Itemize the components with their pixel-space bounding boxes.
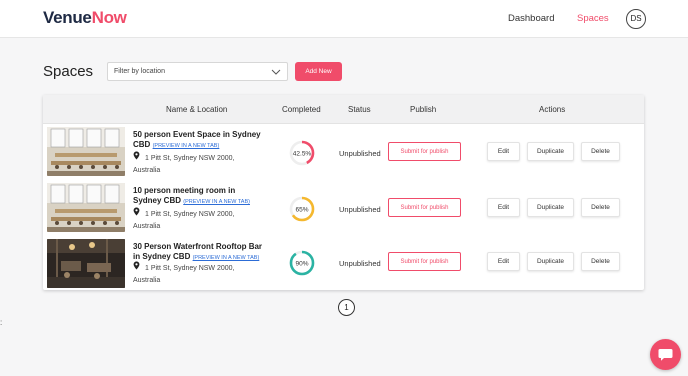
- space-address: 1 Pitt St, Sydney NSW 2000, Australia: [133, 261, 253, 287]
- preview-link[interactable]: (PREVIEW IN A NEW TAB): [153, 143, 220, 149]
- logo-part-now: Now: [91, 8, 127, 27]
- space-thumbnail[interactable]: [47, 183, 125, 232]
- address-line-1: 1 Pitt St, Sydney NSW 2000,: [145, 211, 235, 218]
- logo-part-venue: Venue: [43, 8, 92, 27]
- column-header-publish: Publish: [410, 105, 437, 114]
- chevron-down-icon: [271, 69, 281, 75]
- space-title[interactable]: 50 person Event Space in Sydney CBD (PRE…: [133, 130, 265, 151]
- venuenow-logo[interactable]: VenueNow: [43, 8, 127, 28]
- column-header-status: Status: [348, 105, 371, 114]
- edit-button[interactable]: Edit: [487, 198, 520, 217]
- status-text: Unpublished: [339, 205, 381, 214]
- edit-button[interactable]: Edit: [487, 142, 520, 161]
- table-row: 10 person meeting room in Sydney CBD (PR…: [43, 181, 644, 237]
- location-filter-placeholder: Filter by location: [114, 68, 165, 75]
- address-line-1: 1 Pitt St, Sydney NSW 2000,: [145, 265, 235, 272]
- space-address: 1 Pitt St, Sydney NSW 2000, Australia: [133, 151, 253, 177]
- map-pin-icon: [133, 261, 145, 275]
- top-navbar: VenueNow Dashboard Spaces DS: [0, 0, 688, 38]
- delete-button[interactable]: Delete: [581, 142, 620, 161]
- status-text: Unpublished: [339, 259, 381, 268]
- edit-button[interactable]: Edit: [487, 252, 520, 271]
- status-text: Unpublished: [339, 149, 381, 158]
- address-line-1: 1 Pitt St, Sydney NSW 2000,: [145, 155, 235, 162]
- table-row: 50 person Event Space in Sydney CBD (PRE…: [43, 125, 644, 181]
- completion-label: 65%: [295, 207, 308, 214]
- preview-link[interactable]: (PREVIEW IN A NEW TAB): [183, 199, 250, 205]
- nav-link-dashboard[interactable]: Dashboard: [508, 13, 554, 24]
- nav-link-spaces[interactable]: Spaces: [577, 13, 609, 24]
- completion-label: 90%: [295, 261, 308, 268]
- space-thumbnail[interactable]: [47, 239, 125, 288]
- space-address: 1 Pitt St, Sydney NSW 2000, Australia: [133, 207, 253, 233]
- address-line-2: Australia: [133, 167, 161, 174]
- address-line-2: Australia: [133, 223, 161, 230]
- location-filter-select[interactable]: Filter by location: [107, 62, 288, 81]
- spaces-table: Name & Location Completed Status Publish…: [43, 95, 644, 290]
- map-pin-icon: [133, 151, 145, 165]
- chat-bubble-icon: [658, 349, 673, 361]
- delete-button[interactable]: Delete: [581, 252, 620, 271]
- duplicate-button[interactable]: Duplicate: [527, 142, 574, 161]
- column-header-name-location: Name & Location: [166, 105, 228, 114]
- space-thumbnail[interactable]: [47, 127, 125, 176]
- submit-for-publish-button[interactable]: Submit for publish: [388, 142, 461, 161]
- user-avatar[interactable]: DS: [626, 9, 646, 29]
- space-title[interactable]: 10 person meeting room in Sydney CBD (PR…: [133, 186, 265, 207]
- pagination-page-button[interactable]: 1: [338, 299, 355, 316]
- table-row: 30 Person Waterfront Rooftop Bar in Sydn…: [43, 237, 644, 293]
- map-pin-icon: [133, 207, 145, 221]
- column-header-actions: Actions: [539, 105, 566, 114]
- completion-ring: 90%: [289, 250, 315, 276]
- submit-for-publish-button[interactable]: Submit for publish: [388, 252, 461, 271]
- delete-button[interactable]: Delete: [581, 198, 620, 217]
- page-title: Spaces: [43, 63, 94, 80]
- chat-widget-button[interactable]: [650, 339, 681, 370]
- completion-label: 42.5%: [293, 151, 312, 158]
- duplicate-button[interactable]: Duplicate: [527, 198, 574, 217]
- submit-for-publish-button[interactable]: Submit for publish: [388, 198, 461, 217]
- completion-ring: 42.5%: [289, 140, 315, 166]
- add-new-button[interactable]: Add New: [295, 62, 342, 81]
- space-title[interactable]: 30 Person Waterfront Rooftop Bar in Sydn…: [133, 242, 265, 263]
- duplicate-button[interactable]: Duplicate: [527, 252, 574, 271]
- column-header-completed: Completed: [282, 105, 321, 114]
- completion-ring: 65%: [289, 196, 315, 222]
- edge-colon-mark: :: [0, 318, 3, 327]
- address-line-2: Australia: [133, 277, 161, 284]
- table-header: Name & Location Completed Status Publish…: [43, 95, 644, 124]
